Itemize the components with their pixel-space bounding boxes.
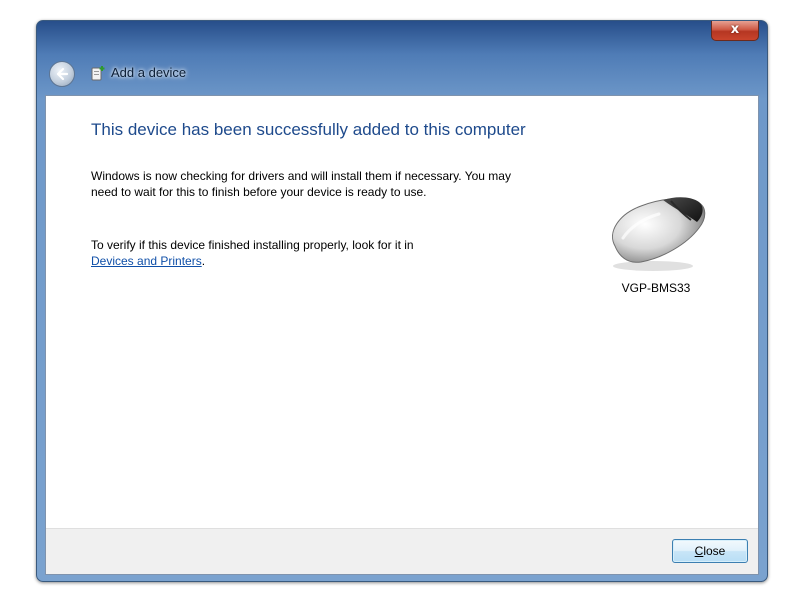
device-tile: VGP-BMS33 [596, 188, 716, 295]
dialog-content: This device has been successfully added … [45, 95, 759, 575]
window-close-button[interactable]: x [711, 21, 759, 41]
back-button[interactable] [49, 61, 75, 87]
verify-text-prefix: To verify if this device finished instal… [91, 238, 414, 252]
driver-info-text: Windows is now checking for drivers and … [91, 169, 511, 199]
devices-and-printers-link[interactable]: Devices and Printers [91, 254, 202, 268]
success-heading: This device has been successfully added … [91, 120, 526, 139]
window-title: Add a device [111, 65, 187, 80]
verify-text-suffix: . [201, 254, 206, 268]
close-button-label: lose [703, 544, 726, 558]
add-device-window: x Add a device This device has been succ… [36, 20, 768, 582]
close-button[interactable]: Close [672, 539, 748, 563]
title-bar: x Add a device [37, 21, 767, 95]
dialog-footer: Close [46, 528, 758, 574]
back-arrow-icon [56, 67, 69, 81]
device-name: VGP-BMS33 [621, 281, 691, 295]
add-device-icon [91, 66, 105, 81]
mouse-icon [612, 197, 706, 271]
verify-info-text: To verify if this device finished instal… [91, 237, 511, 269]
